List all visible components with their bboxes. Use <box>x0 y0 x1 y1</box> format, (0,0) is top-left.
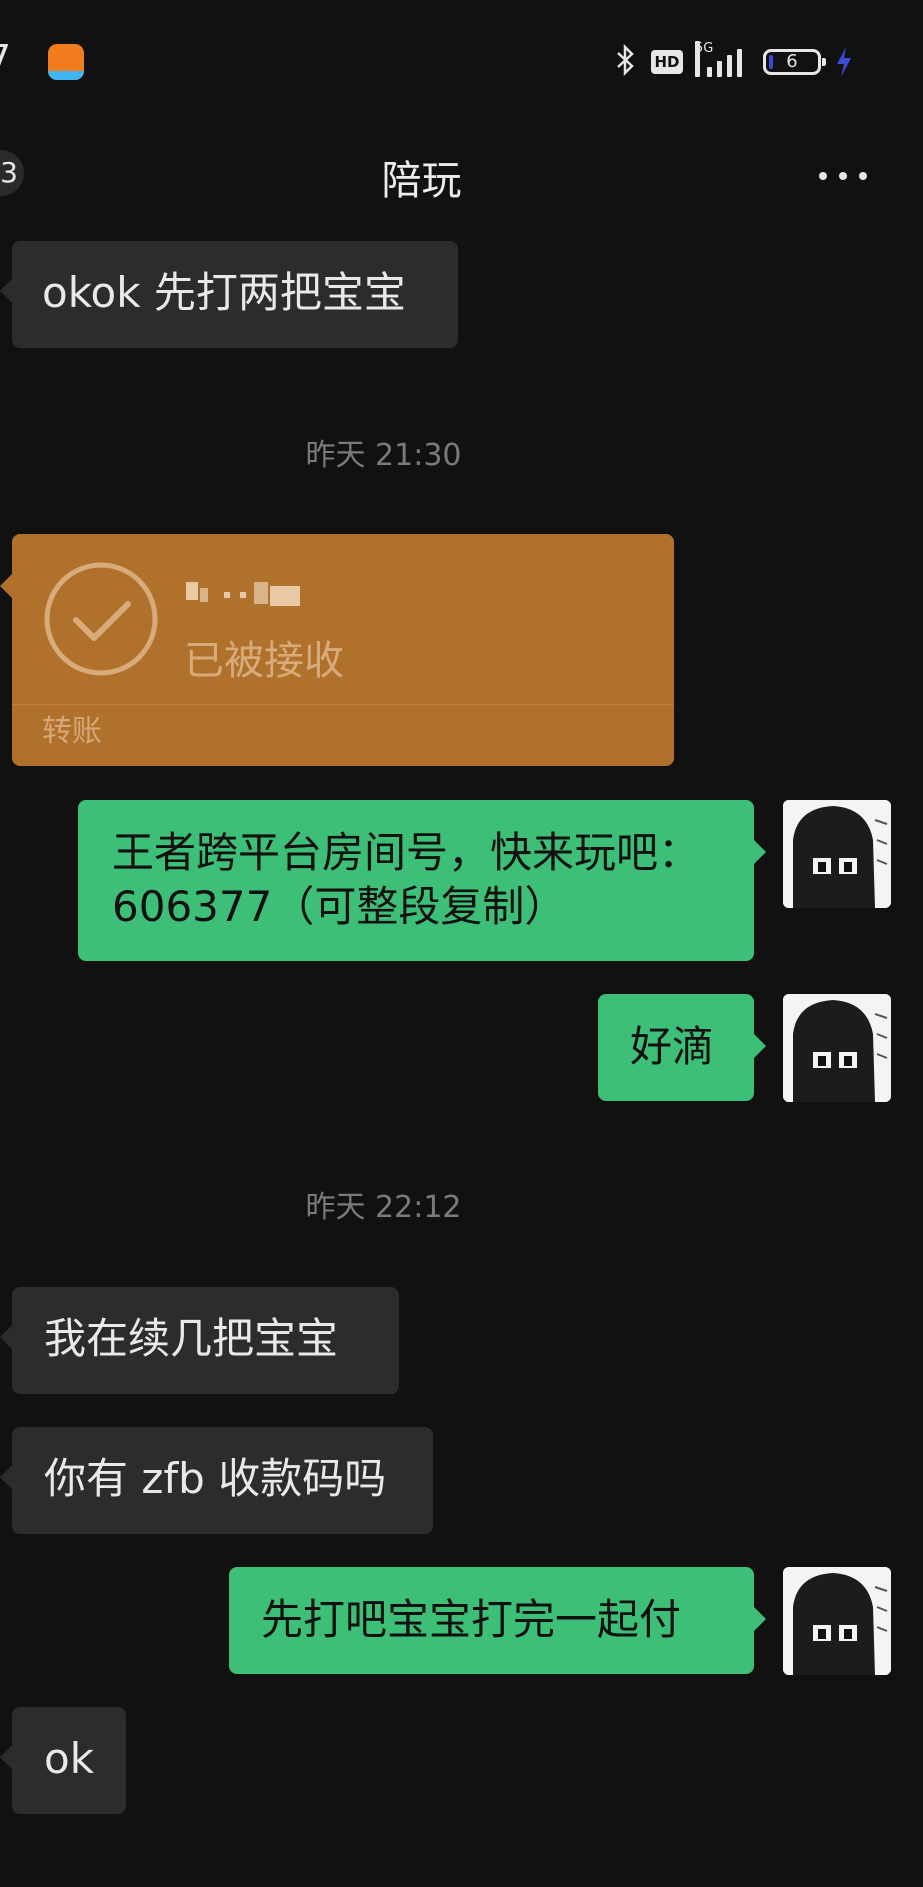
check-circle-icon <box>42 560 160 678</box>
message-text-line: 606377（可整段复制） <box>112 882 567 931</box>
status-time: 7 <box>0 38 11 79</box>
battery-fill <box>769 55 773 69</box>
transfer-status: 已被接收 <box>184 638 344 684</box>
message-text-line: 王者跨平台房间号，快来玩吧： <box>112 828 701 877</box>
message-outgoing[interactable]: 王者跨平台房间号，快来玩吧： 606377（可整段复制） <box>78 800 766 961</box>
message-incoming[interactable]: 你有 zfb 收款码吗 <box>0 1427 433 1534</box>
message-text: okok 先打两把宝宝 <box>42 268 406 317</box>
message-incoming[interactable]: ok <box>0 1707 126 1814</box>
timestamp: 昨天 21:30 <box>305 438 462 473</box>
hd-icon: HD <box>651 50 683 74</box>
network-label: 5G <box>695 41 713 77</box>
taobao-app-icon <box>48 44 84 80</box>
message-text: 你有 zfb 收款码吗 <box>44 1454 387 1503</box>
transfer-amount-redacted <box>184 578 334 608</box>
message-incoming[interactable]: 我在续几把宝宝 <box>0 1287 399 1394</box>
battery-level: 6 <box>786 51 798 72</box>
message-text: 我在续几把宝宝 <box>44 1314 339 1363</box>
divider <box>12 704 674 705</box>
status-icons: HD 5G 6 <box>615 41 853 80</box>
charging-bolt-icon <box>835 47 853 77</box>
avatar[interactable] <box>783 994 891 1102</box>
message-text: 先打吧宝宝打完一起付 <box>261 1595 682 1644</box>
bluetooth-icon <box>615 43 637 80</box>
signal-icon: 5G <box>695 41 749 77</box>
status-bar: 7 HD 5G 6 <box>0 0 923 120</box>
more-options-icon[interactable] <box>815 160 871 190</box>
message-outgoing[interactable]: 先打吧宝宝打完一起付 <box>229 1567 766 1674</box>
avatar[interactable] <box>783 800 891 908</box>
chat-title: 陪玩 <box>381 158 462 204</box>
message-text: ok <box>44 1734 95 1783</box>
message-outgoing[interactable]: 好滴 <box>598 994 766 1101</box>
message-text: 好滴 <box>630 1022 715 1071</box>
timestamp: 昨天 22:12 <box>305 1190 462 1225</box>
avatar[interactable] <box>783 1567 891 1675</box>
transfer-label: 转账 <box>42 714 102 749</box>
message-incoming[interactable]: okok 先打两把宝宝 <box>0 241 458 348</box>
transfer-card[interactable]: 已被接收 转账 <box>0 534 674 766</box>
battery-icon: 6 <box>763 49 826 75</box>
chat-header: 3 陪玩 <box>0 130 923 218</box>
